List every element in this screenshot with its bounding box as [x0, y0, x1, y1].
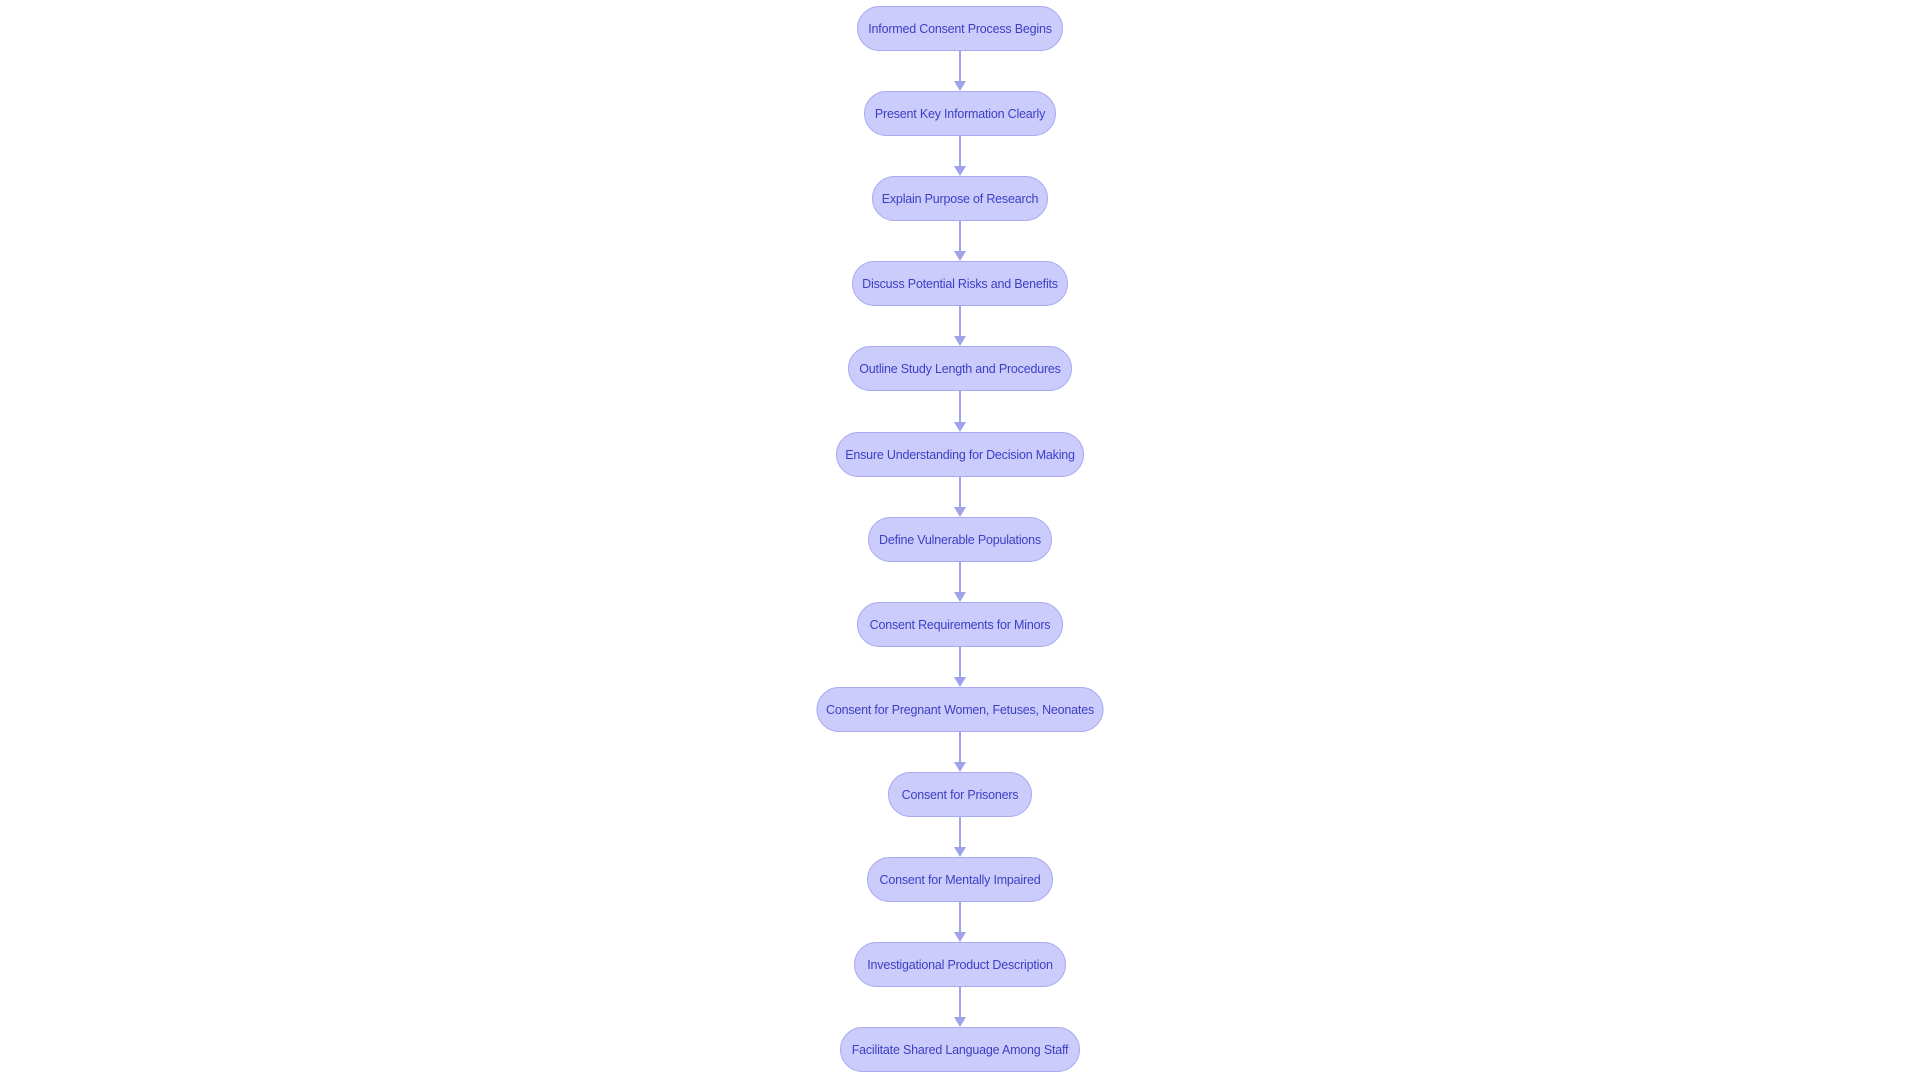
arrowhead-icon — [954, 81, 966, 91]
edge-line — [959, 817, 961, 848]
node-label: Define Vulnerable Populations — [879, 532, 1041, 547]
arrowhead-icon — [954, 507, 966, 517]
edge-line — [959, 51, 961, 82]
node-label: Discuss Potential Risks and Benefits — [862, 276, 1058, 291]
flowchart-node: Facilitate Shared Language Among Staff — [840, 1027, 1080, 1072]
flowchart-node: Define Vulnerable Populations — [868, 517, 1052, 562]
flowchart-node: Consent for Prisoners — [888, 772, 1032, 817]
flowchart-node: Informed Consent Process Begins — [857, 6, 1063, 51]
edge-line — [959, 306, 961, 337]
flowchart: Informed Consent Process Begins Present K… — [0, 0, 1920, 1080]
flowchart-node: Outline Study Length and Procedures — [848, 346, 1072, 391]
edge-line — [959, 902, 961, 933]
arrowhead-icon — [954, 336, 966, 346]
edge-line — [959, 732, 961, 763]
flowchart-node: Discuss Potential Risks and Benefits — [852, 261, 1068, 306]
flowchart-node: Present Key Information Clearly — [864, 91, 1056, 136]
flowchart-node: Consent for Pregnant Women, Fetuses, Neo… — [816, 687, 1104, 732]
arrowhead-icon — [954, 422, 966, 432]
flowchart-node: Explain Purpose of Research — [872, 176, 1048, 221]
edge-line — [959, 562, 961, 593]
node-label: Explain Purpose of Research — [881, 191, 1039, 206]
arrowhead-icon — [954, 1017, 966, 1027]
node-label: Ensure Understanding for Decision Making — [845, 447, 1075, 462]
flowchart-node: Investigational Product Description — [854, 942, 1066, 987]
arrowhead-icon — [954, 251, 966, 261]
edge-line — [959, 477, 961, 508]
edge-line — [959, 647, 961, 678]
edge-line — [959, 391, 961, 423]
arrowhead-icon — [954, 932, 966, 942]
node-label: Facilitate Shared Language Among Staff — [851, 1042, 1069, 1057]
flowchart-node: Consent Requirements for Minors — [857, 602, 1063, 647]
edge-line — [959, 987, 961, 1018]
node-label: Investigational Product Description — [867, 957, 1053, 972]
edge-line — [959, 136, 961, 167]
arrowhead-icon — [954, 166, 966, 176]
node-label: Consent for Prisoners — [901, 787, 1019, 802]
flowchart-node: Ensure Understanding for Decision Making — [836, 432, 1084, 477]
arrowhead-icon — [954, 847, 966, 857]
arrowhead-icon — [954, 592, 966, 602]
node-label: Present Key Information Clearly — [874, 106, 1046, 121]
flowchart-node: Consent for Mentally Impaired — [867, 857, 1053, 902]
node-label: Outline Study Length and Procedures — [859, 361, 1061, 376]
node-label: Consent for Mentally Impaired — [879, 872, 1041, 887]
node-label: Informed Consent Process Begins — [868, 21, 1052, 36]
node-label: Consent for Pregnant Women, Fetuses, Neo… — [826, 702, 1095, 717]
node-label: Consent Requirements for Minors — [869, 617, 1051, 632]
edge-line — [959, 221, 961, 252]
arrowhead-icon — [954, 677, 966, 687]
arrowhead-icon — [954, 762, 966, 772]
